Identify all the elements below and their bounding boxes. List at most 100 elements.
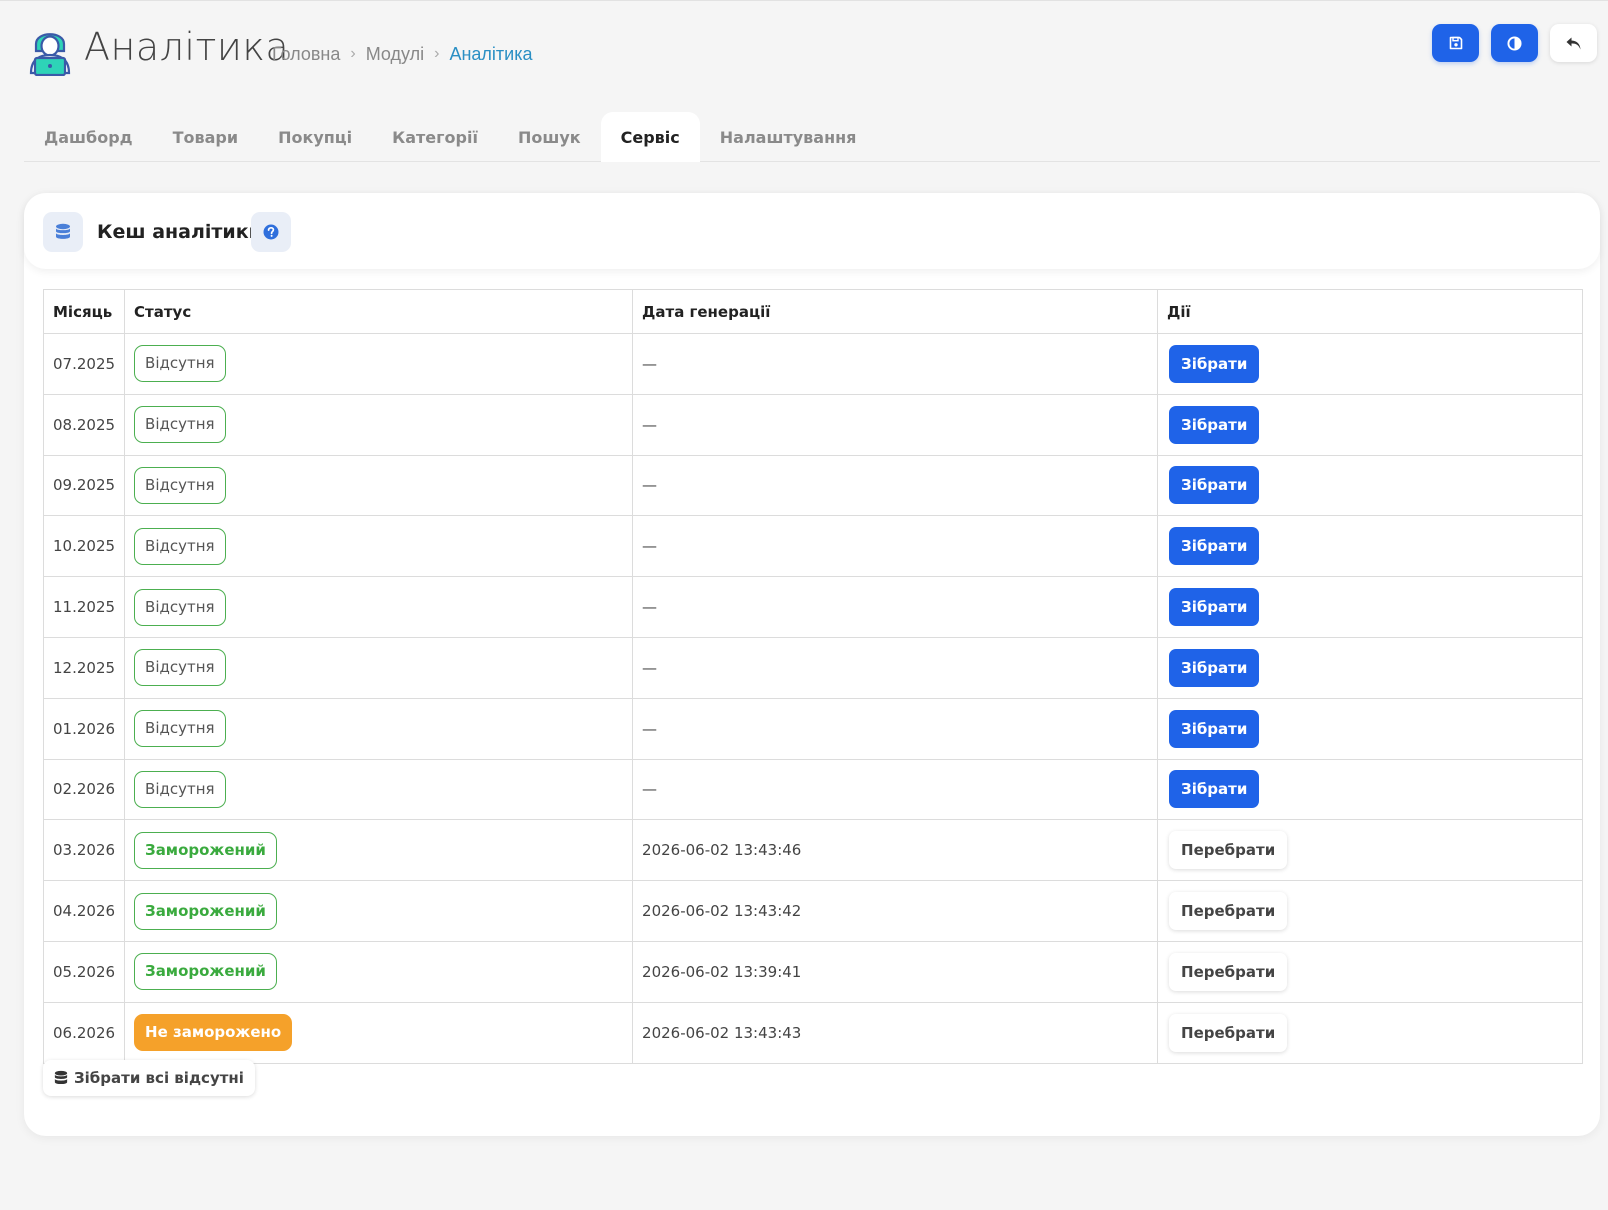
- tab-products[interactable]: Товари: [153, 112, 259, 162]
- table-row: 08.2025 Відсутня — Зібрати: [42, 393, 1583, 456]
- cell-status: Відсутня: [124, 576, 634, 638]
- cell-actions: Зібрати: [1157, 576, 1583, 638]
- breadcrumb-separator: ›: [350, 45, 356, 62]
- status-badge: Відсутня: [134, 345, 226, 383]
- cell-generation-date: 2026-06-02 13:39:41: [632, 940, 1159, 1003]
- tab-customers[interactable]: Покупці: [258, 112, 372, 162]
- recollect-button[interactable]: Перебрати: [1169, 831, 1288, 870]
- collect-button[interactable]: Зібрати: [1169, 588, 1260, 627]
- card-icon-box: [43, 212, 83, 252]
- cell-month: 05.2026: [42, 940, 126, 1003]
- status-badge: Відсутня: [134, 770, 226, 808]
- breadcrumb-modules[interactable]: Модулі: [366, 42, 424, 66]
- breadcrumb-current[interactable]: Аналітика: [449, 42, 532, 66]
- cell-month: 06.2026: [42, 1001, 126, 1064]
- table-header-row: Місяць Статус Дата генерації Дії: [42, 289, 1583, 334]
- save-button[interactable]: [1432, 24, 1479, 62]
- tab-service[interactable]: Сервіс: [600, 112, 700, 162]
- status-badge: Відсутня: [134, 588, 226, 626]
- cell-status: Відсутня: [124, 697, 634, 760]
- cell-actions: Перебрати: [1157, 1001, 1583, 1064]
- tab-search[interactable]: Пошук: [498, 112, 601, 162]
- table-row: 09.2025 Відсутня — Зібрати: [42, 454, 1583, 517]
- status-badge: Заморожений: [134, 953, 277, 991]
- collect-all-missing-button[interactable]: Зібрати всі відсутні: [43, 1060, 255, 1096]
- breadcrumb-home[interactable]: Головна: [272, 42, 340, 66]
- collect-button[interactable]: Зібрати: [1169, 770, 1260, 809]
- collect-button[interactable]: Зібрати: [1169, 344, 1260, 383]
- table-row: 02.2026 Відсутня — Зібрати: [42, 758, 1583, 821]
- recollect-button[interactable]: Перебрати: [1169, 892, 1288, 931]
- database-icon: [54, 1070, 68, 1085]
- reply-arrow-icon: [1566, 37, 1581, 49]
- cell-actions: Зібрати: [1157, 515, 1583, 578]
- cell-actions: Зібрати: [1157, 636, 1583, 699]
- cell-actions: Зібрати: [1157, 697, 1583, 760]
- cell-actions: Зібрати: [1157, 333, 1583, 395]
- cell-month: 10.2025: [42, 515, 126, 578]
- back-button[interactable]: [1550, 24, 1597, 62]
- table-row: 05.2026 Заморожений 2026-06-02 13:39:41 Пер…: [42, 940, 1583, 1003]
- table-row: 01.2026 Відсутня — Зібрати: [42, 697, 1583, 760]
- cell-status: Відсутня: [124, 333, 634, 395]
- cell-month: 03.2026: [42, 819, 126, 882]
- tab-dashboard[interactable]: Дашборд: [24, 112, 153, 162]
- collect-button[interactable]: Зібрати: [1169, 648, 1260, 687]
- hacker-logo-icon: [29, 33, 71, 76]
- cell-month: 08.2025: [42, 393, 126, 456]
- cell-generation-date: —: [632, 636, 1159, 699]
- tab-settings[interactable]: Налаштування: [700, 112, 877, 162]
- cell-status: Відсутня: [124, 758, 634, 821]
- recollect-button[interactable]: Перебрати: [1169, 952, 1288, 991]
- help-button[interactable]: [251, 212, 291, 252]
- table-row: 06.2026 Не заморожено 2026-06-02 13:43:43 П…: [42, 1001, 1583, 1064]
- floppy-disk-icon: [1449, 36, 1462, 50]
- table-row: 11.2025 Відсутня — Зібрати: [42, 576, 1583, 638]
- cell-month: 01.2026: [42, 697, 126, 760]
- cell-generation-date: —: [632, 758, 1159, 821]
- cache-table: Місяць Статус Дата генерації Дії 07.2025…: [42, 289, 1583, 1064]
- collect-button[interactable]: Зібрати: [1169, 527, 1260, 566]
- collect-button[interactable]: Зібрати: [1169, 709, 1260, 748]
- page-header: Аналітика Головна › Модулі › Аналітика: [0, 0, 1608, 100]
- status-badge: Заморожений: [134, 831, 277, 869]
- cell-status: Заморожений: [124, 819, 634, 882]
- cell-actions: Зібрати: [1157, 454, 1583, 517]
- cell-month: 12.2025: [42, 636, 126, 699]
- cell-month: 02.2026: [42, 758, 126, 821]
- card-header: Кеш аналітики: [24, 193, 1600, 269]
- contrast-button[interactable]: [1491, 24, 1538, 62]
- recollect-button[interactable]: Перебрати: [1169, 1013, 1288, 1052]
- cell-actions: Зібрати: [1157, 393, 1583, 456]
- collect-button[interactable]: Зібрати: [1169, 405, 1260, 444]
- cell-status: Відсутня: [124, 393, 634, 456]
- table-row: 12.2025 Відсутня — Зібрати: [42, 636, 1583, 699]
- cell-month: 07.2025: [42, 333, 126, 395]
- collect-button[interactable]: Зібрати: [1169, 466, 1260, 505]
- cell-generation-date: 2026-06-02 13:43:46: [632, 819, 1159, 882]
- contrast-icon: [1507, 35, 1522, 51]
- cell-generation-date: —: [632, 697, 1159, 760]
- cell-month: 09.2025: [42, 454, 126, 517]
- cell-status: Відсутня: [124, 454, 634, 517]
- cell-status: Заморожений: [124, 880, 634, 942]
- card-title: Кеш аналітики: [97, 221, 262, 243]
- cell-status: Заморожений: [124, 940, 634, 1003]
- question-circle-icon: [263, 224, 279, 240]
- status-badge: Відсутня: [134, 406, 226, 444]
- collect-all-label: Зібрати всі відсутні: [74, 1069, 244, 1087]
- cell-generation-date: —: [632, 454, 1159, 517]
- cell-generation-date: —: [632, 333, 1159, 395]
- status-badge: Відсутня: [134, 710, 226, 748]
- breadcrumb-separator: ›: [434, 45, 440, 62]
- status-badge: Заморожений: [134, 892, 277, 930]
- cell-generation-date: 2026-06-02 13:43:43: [632, 1001, 1159, 1064]
- cell-month: 11.2025: [42, 576, 126, 638]
- table-row: 03.2026 Заморожений 2026-06-02 13:43:46 Пер…: [42, 819, 1583, 882]
- cell-actions: Зібрати: [1157, 758, 1583, 821]
- tab-categories[interactable]: Категорії: [372, 112, 498, 162]
- table-row: 04.2026 Заморожений 2026-06-02 13:43:42 Пер…: [42, 880, 1583, 942]
- cell-actions: Перебрати: [1157, 819, 1583, 882]
- breadcrumb: Головна › Модулі › Аналітика: [272, 42, 533, 66]
- page-title: Аналітика: [84, 25, 290, 69]
